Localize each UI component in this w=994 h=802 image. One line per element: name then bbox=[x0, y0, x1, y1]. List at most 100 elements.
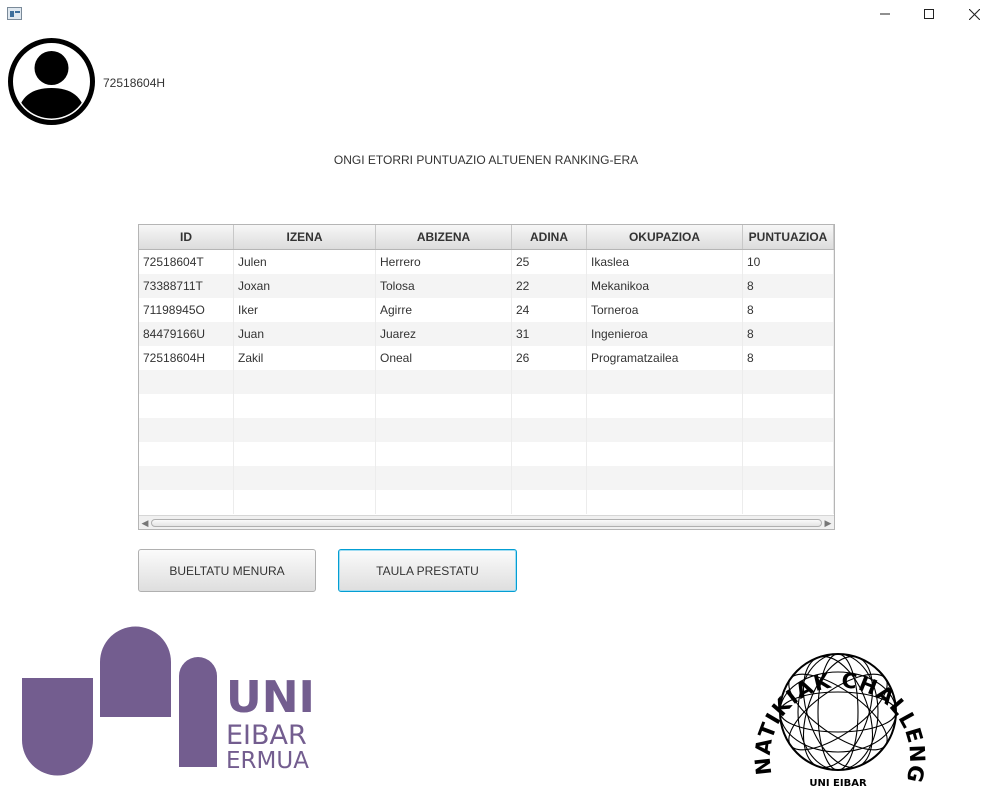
table-cell: Tolosa bbox=[376, 274, 512, 298]
table-cell bbox=[376, 394, 512, 418]
empty-table-row[interactable] bbox=[139, 394, 834, 418]
table-cell: 8 bbox=[743, 346, 834, 370]
maximize-button[interactable] bbox=[906, 0, 952, 28]
table-cell bbox=[743, 466, 834, 490]
table-cell: Iker bbox=[234, 298, 376, 322]
empty-table-row[interactable] bbox=[139, 370, 834, 394]
table-cell bbox=[512, 466, 587, 490]
table-cell: 71198945O bbox=[139, 298, 234, 322]
table-cell bbox=[376, 370, 512, 394]
empty-table-row[interactable] bbox=[139, 418, 834, 442]
app-window-icon bbox=[7, 7, 22, 20]
table-cell: 8 bbox=[743, 322, 834, 346]
column-header-puntuazioa[interactable]: PUNTUAZIOA bbox=[743, 225, 834, 249]
table-cell bbox=[743, 418, 834, 442]
table-cell bbox=[376, 490, 512, 514]
table-cell: 73388711T bbox=[139, 274, 234, 298]
table-cell bbox=[139, 418, 234, 442]
table-cell bbox=[376, 466, 512, 490]
column-header-izena[interactable]: IZENA bbox=[234, 225, 376, 249]
ranking-table[interactable]: ID IZENA ABIZENA ADINA OKUPAZIOA PUNTUAZ… bbox=[138, 224, 835, 530]
minimize-icon bbox=[880, 13, 890, 15]
table-cell: 8 bbox=[743, 274, 834, 298]
user-avatar-icon bbox=[8, 38, 95, 125]
table-cell bbox=[234, 442, 376, 466]
uni-logo-text-1: UNI bbox=[226, 672, 314, 723]
table-cell: Mekanikoa bbox=[587, 274, 743, 298]
table-cell: 22 bbox=[512, 274, 587, 298]
table-cell: 26 bbox=[512, 346, 587, 370]
table-cell bbox=[743, 442, 834, 466]
table-cell bbox=[587, 370, 743, 394]
table-cell: 24 bbox=[512, 298, 587, 322]
prepare-table-button[interactable]: TAULA PRESTATU bbox=[338, 549, 517, 592]
table-cell bbox=[376, 418, 512, 442]
table-cell: Herrero bbox=[376, 250, 512, 274]
maximize-icon bbox=[924, 9, 934, 19]
uni-eibar-ermua-logo: UNI EIBAR ERMUA bbox=[22, 626, 314, 776]
column-header-adina[interactable]: ADINA bbox=[512, 225, 587, 249]
table-row[interactable]: 73388711T Joxan Tolosa 22 Mekanikoa 8 bbox=[139, 274, 834, 298]
minimize-button[interactable] bbox=[862, 0, 908, 28]
table-cell bbox=[512, 394, 587, 418]
table-cell bbox=[743, 370, 834, 394]
table-cell: Oneal bbox=[376, 346, 512, 370]
table-cell: 8 bbox=[743, 298, 834, 322]
table-cell: Agirre bbox=[376, 298, 512, 322]
table-cell: 72518604H bbox=[139, 346, 234, 370]
scroll-right-icon[interactable]: ▶ bbox=[822, 517, 834, 529]
table-cell bbox=[234, 418, 376, 442]
table-row[interactable]: 72518604T Julen Herrero 25 Ikaslea 10 bbox=[139, 250, 834, 274]
column-header-id[interactable]: ID bbox=[139, 225, 234, 249]
table-row[interactable]: 84479166U Juan Juarez 31 Ingenieroa 8 bbox=[139, 322, 834, 346]
welcome-title: ONGI ETORRI PUNTUAZIO ALTUENEN RANKING-E… bbox=[333, 153, 639, 167]
challenge-bottom-text: UNI EIBAR bbox=[809, 778, 867, 789]
table-cell: 10 bbox=[743, 250, 834, 274]
table-cell: 31 bbox=[512, 322, 587, 346]
table-cell bbox=[512, 442, 587, 466]
close-button[interactable] bbox=[951, 0, 994, 28]
table-cell bbox=[512, 370, 587, 394]
table-cell: Joxan bbox=[234, 274, 376, 298]
empty-table-row[interactable] bbox=[139, 442, 834, 466]
natikiak-challenge-logo: NATIKIAK CHALLENGE UNI EIBAR bbox=[740, 624, 928, 789]
table-row[interactable]: 72518604H Zakil Oneal 26 Programatzailea 8 bbox=[139, 346, 834, 370]
table-cell: Zakil bbox=[234, 346, 376, 370]
table-cell bbox=[587, 394, 743, 418]
uni-logo-text-2: EIBAR bbox=[226, 720, 307, 751]
table-cell: 25 bbox=[512, 250, 587, 274]
table-cell bbox=[139, 490, 234, 514]
scroll-left-icon[interactable]: ◀ bbox=[139, 517, 151, 529]
empty-table-row[interactable] bbox=[139, 466, 834, 490]
column-header-okupazioa[interactable]: OKUPAZIOA bbox=[587, 225, 743, 249]
table-row[interactable]: 71198945O Iker Agirre 24 Torneroa 8 bbox=[139, 298, 834, 322]
table-body: 72518604T Julen Herrero 25 Ikaslea 10 73388711… bbox=[139, 250, 834, 514]
empty-table-row[interactable] bbox=[139, 490, 834, 514]
table-cell bbox=[512, 490, 587, 514]
table-cell bbox=[587, 442, 743, 466]
table-cell bbox=[234, 394, 376, 418]
column-header-abizena[interactable]: ABIZENA bbox=[376, 225, 512, 249]
table-cell bbox=[234, 466, 376, 490]
table-cell: Ikaslea bbox=[587, 250, 743, 274]
table-cell: 72518604T bbox=[139, 250, 234, 274]
table-cell bbox=[139, 466, 234, 490]
table-cell: 84479166U bbox=[139, 322, 234, 346]
table-cell bbox=[743, 394, 834, 418]
table-cell bbox=[139, 442, 234, 466]
user-id-label: 72518604H bbox=[103, 76, 166, 90]
scrollbar-thumb[interactable] bbox=[151, 519, 822, 527]
table-cell bbox=[587, 466, 743, 490]
table-header: ID IZENA ABIZENA ADINA OKUPAZIOA PUNTUAZ… bbox=[139, 225, 834, 250]
table-cell: Juan bbox=[234, 322, 376, 346]
title-bar bbox=[0, 0, 994, 28]
close-icon bbox=[968, 8, 980, 20]
table-cell bbox=[234, 490, 376, 514]
uni-logo-text-3: ERMUA bbox=[226, 748, 309, 774]
table-cell bbox=[234, 370, 376, 394]
horizontal-scrollbar[interactable]: ◀ ▶ bbox=[139, 515, 834, 529]
table-cell: Julen bbox=[234, 250, 376, 274]
table-cell bbox=[743, 490, 834, 514]
table-cell bbox=[512, 418, 587, 442]
back-to-menu-button[interactable]: BUELTATU MENURA bbox=[138, 549, 316, 592]
